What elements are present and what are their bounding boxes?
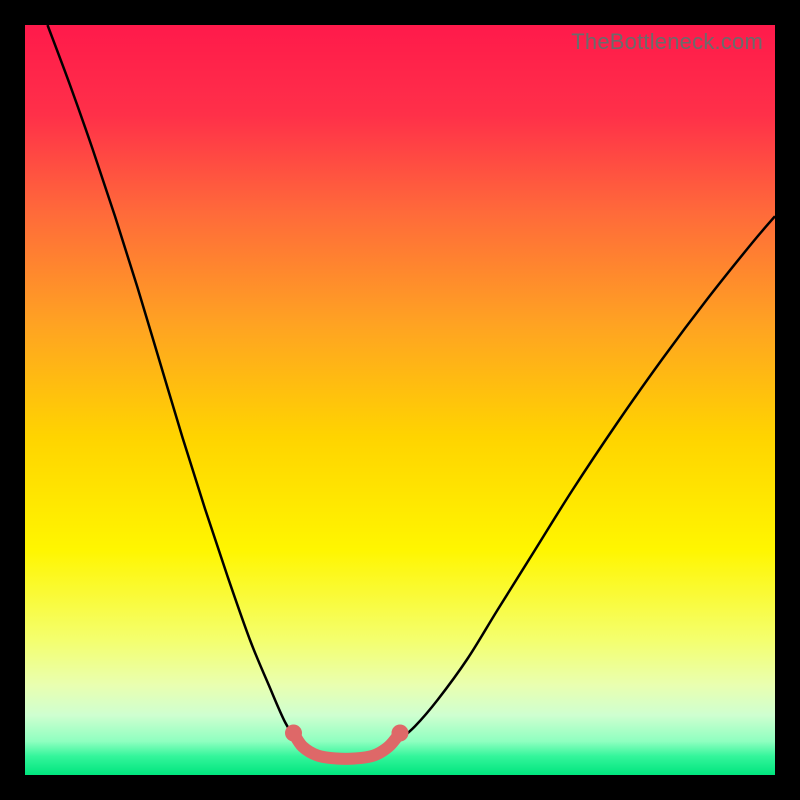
valley-endpoint-dot (392, 725, 409, 742)
chart-background (25, 25, 775, 775)
watermark-text: TheBottleneck.com (571, 29, 763, 55)
chart-frame: TheBottleneck.com (25, 25, 775, 775)
bottleneck-chart (25, 25, 775, 775)
valley-endpoint-dot (285, 725, 302, 742)
